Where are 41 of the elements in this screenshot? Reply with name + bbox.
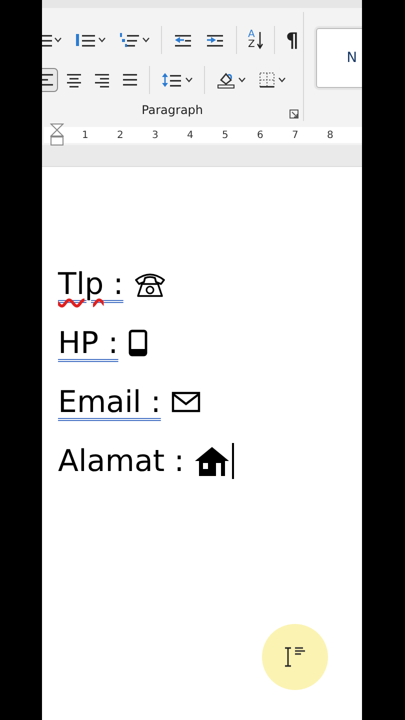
group-label: Paragraph: [142, 103, 204, 117]
ruler-number: 8: [327, 130, 334, 140]
indent-marker-icon[interactable]: [50, 123, 64, 147]
ruler-number: 6: [257, 130, 264, 140]
contact-label: Tlp :: [58, 266, 124, 302]
align-right-icon: [94, 72, 110, 88]
multilevel-list-icon: [118, 32, 140, 48]
ruler-number: 4: [187, 130, 194, 140]
increase-indent-icon: [205, 32, 225, 48]
contact-label: HP :: [58, 326, 118, 360]
align-center-icon: [66, 72, 82, 88]
envelope-icon: [170, 390, 201, 414]
contact-label: Alamat :: [58, 444, 184, 478]
bullets-icon: [42, 32, 52, 48]
justify-icon: [122, 72, 138, 88]
paint-bucket-icon: [216, 71, 236, 89]
dropdown-caret-icon: [185, 77, 193, 83]
align-left-icon: [42, 72, 54, 88]
dropdown-caret-icon: [278, 77, 286, 83]
dropdown-caret-icon: [54, 37, 62, 43]
ruler-number: 7: [292, 130, 300, 140]
ruler-number: 1: [82, 130, 90, 140]
borders-icon: [258, 71, 276, 89]
line-spacing-icon: [161, 72, 183, 88]
dropdown-caret-icon: [238, 77, 246, 83]
dropdown-caret-icon: [98, 37, 106, 43]
ruler-number: 5: [222, 130, 230, 140]
mobile-phone-icon: [128, 329, 148, 357]
dialog-launcher-icon[interactable]: [288, 109, 299, 119]
decrease-indent-icon: [173, 32, 193, 48]
style-preview[interactable]: N: [316, 28, 362, 88]
house-icon: [194, 445, 230, 477]
ruler-number: 3: [152, 130, 160, 140]
down-arrow-icon: [256, 30, 263, 50]
marks-button[interactable]: ¶: [282, 28, 303, 52]
sort-button[interactable]: A Z: [244, 28, 267, 52]
contact-label: Email :: [58, 384, 161, 420]
ruler-number: 2: [117, 130, 124, 140]
numbered-list-icon: [74, 32, 96, 48]
text-cursor-icon: [283, 646, 307, 668]
dropdown-caret-icon: [142, 37, 150, 43]
